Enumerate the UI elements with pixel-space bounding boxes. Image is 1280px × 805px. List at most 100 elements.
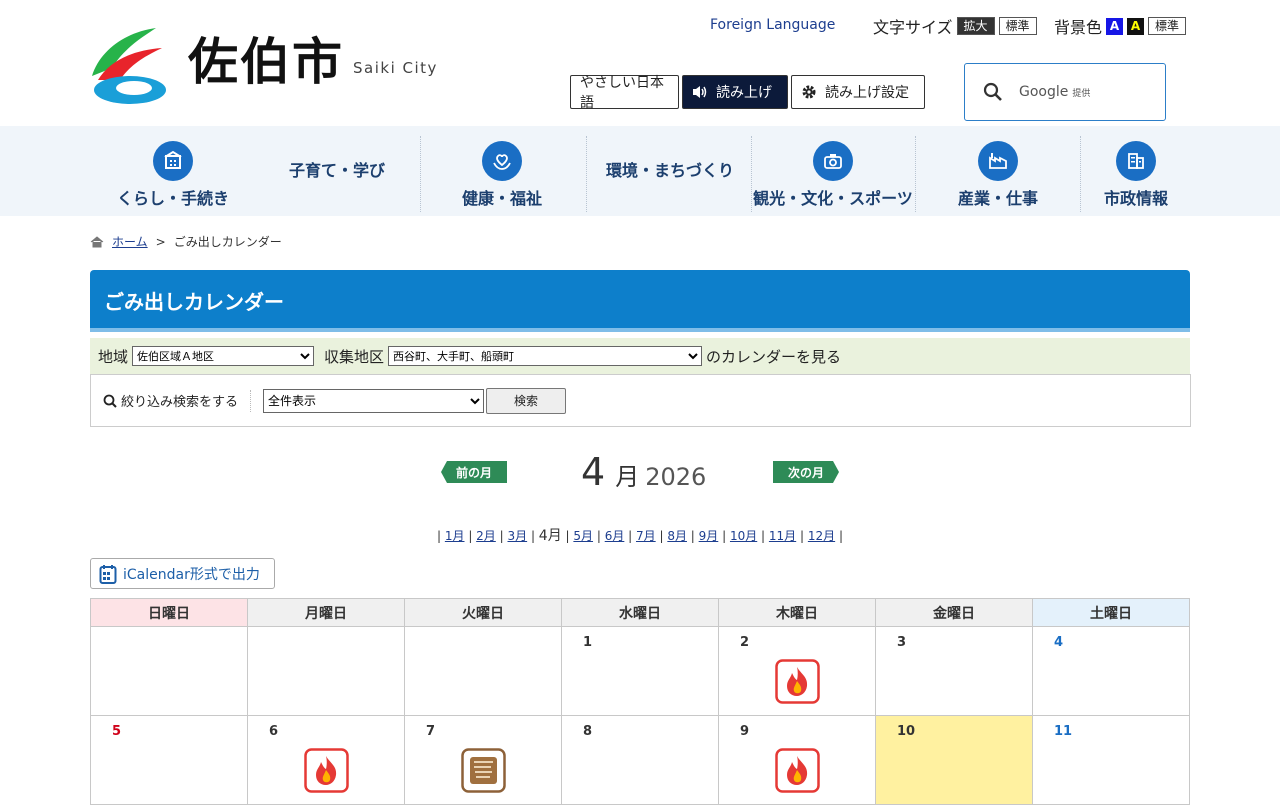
day-number: 4 <box>1054 635 1064 650</box>
nav-divider <box>420 136 421 212</box>
background-color-label: 背景色 <box>1054 18 1103 37</box>
font-size-label: 文字サイズ <box>873 18 953 37</box>
search-button[interactable]: 検索 <box>486 387 567 414</box>
bg-black-button[interactable]: A <box>1127 17 1145 35</box>
burnable-garbage-icon[interactable] <box>775 659 820 704</box>
weekday-header: 日曜日 <box>90 598 248 627</box>
narrow-search-bar: 絞り込み検索をする 全件表示 検索 <box>90 374 1191 427</box>
current-month-label: 4月 <box>538 528 562 544</box>
non-burnable-garbage-icon[interactable] <box>461 748 506 793</box>
city-hall-icon <box>1116 141 1156 181</box>
city-name: 佐伯市 <box>188 33 344 91</box>
nav-item-health[interactable]: 健康・福祉 <box>432 126 572 216</box>
search-icon <box>103 394 117 408</box>
weekday-header: 金曜日 <box>875 598 1033 627</box>
home-icon <box>90 235 104 247</box>
month-link[interactable]: 12月 <box>808 529 835 543</box>
calendar-day-cell[interactable]: 5 <box>90 715 248 805</box>
year-number: 2026 <box>645 463 707 491</box>
next-month-button[interactable]: 次の月 <box>773 461 839 483</box>
bg-normal-button[interactable]: 標準 <box>1148 17 1187 35</box>
nav-item-city-info[interactable]: 市政情報 <box>1090 126 1182 216</box>
calendar-day-cell[interactable]: 8 <box>561 715 719 805</box>
calendar-day-cell[interactable]: 4 <box>1032 626 1190 716</box>
region-select[interactable]: 佐伯区域Ａ地区 <box>132 346 315 366</box>
easy-japanese-button[interactable]: やさしい日本語 <box>570 75 679 111</box>
easy-japanese-label: やさしい日本語 <box>580 75 664 111</box>
month-link[interactable]: 1月 <box>445 529 465 543</box>
page-title: ごみ出しカレンダー <box>90 270 1190 332</box>
region-label: 地域 <box>98 347 129 366</box>
nav-label: 観光・文化・スポーツ <box>753 189 913 208</box>
calendar-day-cell[interactable]: 10 <box>875 715 1033 805</box>
nav-label: 環境・まちづくり <box>605 161 734 180</box>
nav-item-living[interactable]: くらし・手続き <box>108 126 238 216</box>
month-link[interactable]: 9月 <box>699 529 719 543</box>
calendar-day-cell[interactable]: 9 <box>718 715 876 805</box>
breadcrumb-home-link[interactable]: ホーム <box>112 233 148 250</box>
nav-item-tourism[interactable]: 観光・文化・スポーツ <box>752 126 914 216</box>
nav-label: くらし・手続き <box>116 189 229 208</box>
nav-item-industry[interactable]: 産業・仕事 <box>930 126 1066 216</box>
month-link[interactable]: 3月 <box>507 529 527 543</box>
month-unit: 月 <box>615 463 640 491</box>
search-provider: Google <box>1019 84 1069 100</box>
font-size-large-button[interactable]: 拡大 <box>956 17 995 35</box>
month-heading: 4 月 2026 <box>581 450 706 494</box>
nav-label: 産業・仕事 <box>957 189 1038 208</box>
speaker-icon <box>693 86 707 98</box>
calendar-day-cell[interactable]: 2 <box>718 626 876 716</box>
search-provider-sub: 提供 <box>1072 89 1091 99</box>
narrow-search-select[interactable]: 全件表示 <box>263 388 485 413</box>
month-link[interactable]: 8月 <box>667 529 687 543</box>
calendar-day-cell[interactable]: 7 <box>404 715 562 805</box>
month-link[interactable]: 6月 <box>605 529 625 543</box>
calendar-day-cell[interactable]: 1 <box>561 626 719 716</box>
nav-divider <box>586 136 587 212</box>
breadcrumb-current: ごみ出しカレンダー <box>173 235 282 249</box>
month-link[interactable]: 7月 <box>636 529 656 543</box>
font-size-control: 文字サイズ 拡大 標準 <box>873 14 1037 38</box>
month-number: 4 <box>581 450 606 494</box>
district-select[interactable]: 西谷町、大手町、船頭町 <box>388 346 703 366</box>
burnable-garbage-icon[interactable] <box>304 748 349 793</box>
nav-item-childcare[interactable]: 子育て・学び <box>258 126 416 216</box>
calendar-empty-cell <box>247 626 405 716</box>
calendar-day-cell[interactable]: 6 <box>247 715 405 805</box>
month-link[interactable]: 10月 <box>730 529 757 543</box>
day-number: 3 <box>897 635 907 650</box>
previous-month-button[interactable]: 前の月 <box>441 461 507 483</box>
read-aloud-button[interactable]: 読み上げ <box>682 75 788 109</box>
weekday-header: 木曜日 <box>718 598 876 627</box>
site-header: 佐伯市 Saiki City Foreign Language 文字サイズ 拡大… <box>0 0 1280 126</box>
nav-item-environment[interactable]: 環境・まちづくり <box>590 126 750 216</box>
saiki-city-logo[interactable] <box>90 24 176 106</box>
camera-icon <box>813 141 853 181</box>
icalendar-export-label: iCalendar形式で出力 <box>123 566 260 583</box>
breadcrumb-separator: > <box>155 234 166 249</box>
month-link[interactable]: 2月 <box>476 529 496 543</box>
bg-blue-button[interactable]: A <box>1106 17 1124 35</box>
heart-hands-icon <box>482 141 522 181</box>
day-number: 2 <box>740 635 750 650</box>
garbage-calendar: 日曜日 月曜日 火曜日 水曜日 木曜日 金曜日 土曜日 1 2 3 4 5 6 7 8 9 10 1… <box>90 598 1190 805</box>
read-aloud-settings-label: 読み上げ設定 <box>825 85 909 101</box>
font-size-normal-button[interactable]: 標準 <box>998 17 1037 35</box>
read-aloud-settings-button[interactable]: 読み上げ設定 <box>791 75 925 109</box>
site-search-box[interactable]: Google 提供 <box>964 63 1166 121</box>
month-link[interactable]: 5月 <box>573 529 593 543</box>
calendar-week-row: 1 2 3 4 <box>90 626 1190 716</box>
breadcrumb: ホーム > ごみ出しカレンダー <box>90 233 282 250</box>
icalendar-export-button[interactable]: iCalendar形式で出力 <box>90 558 275 589</box>
day-number: 11 <box>1054 724 1073 739</box>
month-link[interactable]: 11月 <box>769 529 796 543</box>
calendar-day-cell[interactable]: 3 <box>875 626 1033 716</box>
calendar-day-cell[interactable]: 11 <box>1032 715 1190 805</box>
background-color-control: 背景色 A A 標準 <box>1054 14 1187 38</box>
burnable-garbage-icon[interactable] <box>775 748 820 793</box>
search-icon <box>983 82 1002 101</box>
foreign-language-link[interactable]: Foreign Language <box>710 17 835 33</box>
month-links: | 1月 | 2月 | 3月 | 4月 | 5月 | 6月 | 7月 | 8月 … <box>437 528 843 544</box>
factory-icon <box>978 141 1018 181</box>
filter-suffix: のカレンダーを見る <box>706 347 842 366</box>
